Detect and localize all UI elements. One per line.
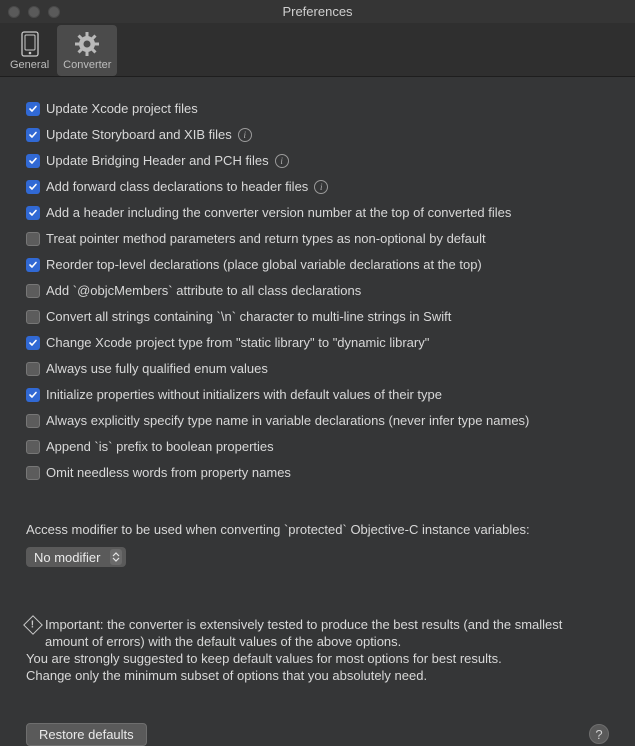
gear-icon: [73, 30, 101, 58]
general-icon: [16, 30, 44, 58]
option-checkbox[interactable]: [26, 414, 40, 428]
option-label: Convert all strings containing `\n` char…: [46, 309, 451, 324]
option-row: Convert all strings containing `\n` char…: [26, 309, 609, 324]
warning-text-2: You are strongly suggested to keep defau…: [26, 651, 609, 668]
option-checkbox[interactable]: [26, 440, 40, 454]
content-area: Update Xcode project files Update Storybo…: [0, 77, 635, 746]
option-checkbox[interactable]: [26, 206, 40, 220]
option-label: Always use fully qualified enum values: [46, 361, 268, 376]
option-checkbox[interactable]: [26, 466, 40, 480]
option-row: Update Storyboard and XIB files i: [26, 127, 609, 142]
window-controls: [0, 6, 60, 18]
option-label: Change Xcode project type from "static l…: [46, 335, 429, 350]
help-button[interactable]: ?: [589, 724, 609, 744]
option-checkbox[interactable]: [26, 128, 40, 142]
warning-block: ! Important: the converter is extensivel…: [26, 617, 609, 685]
access-modifier-select[interactable]: No modifier: [26, 547, 126, 567]
info-icon[interactable]: i: [275, 154, 289, 168]
option-label: Omit needless words from property names: [46, 465, 291, 480]
option-row: Always explicitly specify type name in v…: [26, 413, 609, 428]
option-row: Always use fully qualified enum values: [26, 361, 609, 376]
footer: Restore defaults ?: [26, 723, 609, 746]
option-checkbox[interactable]: [26, 284, 40, 298]
tab-general-label: General: [10, 59, 49, 71]
minimize-window-button[interactable]: [28, 6, 40, 18]
option-label: Add `@objcMembers` attribute to all clas…: [46, 283, 361, 298]
option-row: Initialize properties without initialize…: [26, 387, 609, 402]
option-row: Update Xcode project files: [26, 101, 609, 116]
close-window-button[interactable]: [8, 6, 20, 18]
warning-text-3: Change only the minimum subset of option…: [26, 668, 609, 685]
select-stepper-icon: [110, 549, 122, 565]
option-row: Reorder top-level declarations (place gl…: [26, 257, 609, 272]
access-modifier-value: No modifier: [34, 550, 100, 565]
option-label: Update Bridging Header and PCH files: [46, 153, 269, 168]
titlebar: Preferences: [0, 0, 635, 23]
option-row: Add a header including the converter ver…: [26, 205, 609, 220]
tab-general[interactable]: General: [4, 25, 55, 76]
warning-icon: !: [23, 615, 43, 635]
preferences-toolbar: General Converter: [0, 23, 635, 77]
option-row: Treat pointer method parameters and retu…: [26, 231, 609, 246]
zoom-window-button[interactable]: [48, 6, 60, 18]
option-checkbox[interactable]: [26, 310, 40, 324]
option-label: Update Storyboard and XIB files: [46, 127, 232, 142]
option-label: Initialize properties without initialize…: [46, 387, 442, 402]
restore-defaults-button[interactable]: Restore defaults: [26, 723, 147, 746]
option-label: Always explicitly specify type name in v…: [46, 413, 529, 428]
option-label: Add a header including the converter ver…: [46, 205, 511, 220]
option-checkbox[interactable]: [26, 102, 40, 116]
option-checkbox[interactable]: [26, 232, 40, 246]
option-row: Append `is` prefix to boolean properties: [26, 439, 609, 454]
option-label: Treat pointer method parameters and retu…: [46, 231, 486, 246]
option-label: Update Xcode project files: [46, 101, 198, 116]
option-row: Omit needless words from property names: [26, 465, 609, 480]
option-checkbox[interactable]: [26, 258, 40, 272]
option-row: Add forward class declarations to header…: [26, 179, 609, 194]
option-checkbox[interactable]: [26, 336, 40, 350]
warning-text-1: Important: the converter is extensively …: [45, 617, 609, 651]
option-row: Add `@objcMembers` attribute to all clas…: [26, 283, 609, 298]
option-label: Append `is` prefix to boolean properties: [46, 439, 274, 454]
option-label: Reorder top-level declarations (place gl…: [46, 257, 482, 272]
tab-converter-label: Converter: [63, 59, 111, 71]
window-title: Preferences: [0, 4, 635, 19]
option-checkbox[interactable]: [26, 388, 40, 402]
access-modifier-label: Access modifier to be used when converti…: [26, 522, 609, 537]
option-checkbox[interactable]: [26, 154, 40, 168]
option-row: Update Bridging Header and PCH files i: [26, 153, 609, 168]
tab-converter[interactable]: Converter: [57, 25, 117, 76]
option-label: Add forward class declarations to header…: [46, 179, 308, 194]
info-icon[interactable]: i: [238, 128, 252, 142]
info-icon[interactable]: i: [314, 180, 328, 194]
option-checkbox[interactable]: [26, 362, 40, 376]
option-row: Change Xcode project type from "static l…: [26, 335, 609, 350]
option-checkbox[interactable]: [26, 180, 40, 194]
